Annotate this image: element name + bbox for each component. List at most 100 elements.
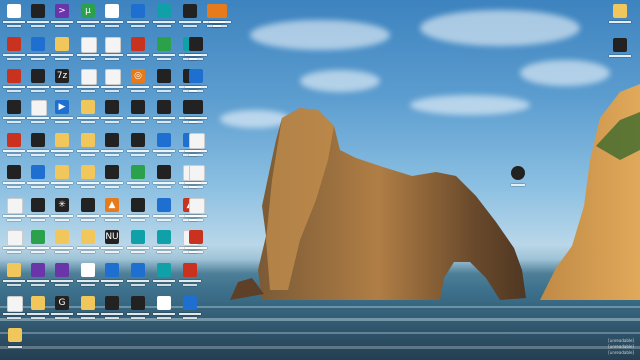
app-8-shortcut[interactable]: [124, 35, 152, 65]
document-11-shortcut[interactable]: [182, 163, 210, 193]
green-app-2-shortcut[interactable]: G: [48, 294, 76, 324]
app-3-shortcut[interactable]: [98, 98, 126, 128]
app-31-shortcut[interactable]: [182, 67, 210, 97]
icon-label: [124, 312, 152, 322]
icon-label: [150, 312, 178, 322]
folder-3-shortcut[interactable]: [48, 35, 76, 65]
notepad-shortcut[interactable]: [98, 35, 126, 65]
document-7-shortcut[interactable]: [98, 67, 126, 97]
app-28-shortcut[interactable]: [176, 261, 204, 291]
nu-icon: NU: [105, 230, 119, 244]
bottom-folder-icon: [8, 328, 22, 342]
right-folder-item[interactable]: [606, 2, 634, 32]
folder-5-shortcut[interactable]: [48, 163, 76, 193]
app-10-icon: [131, 133, 145, 147]
app-15-shortcut[interactable]: [150, 2, 178, 32]
icon-label: [150, 85, 178, 95]
icon-label: [98, 181, 126, 191]
app-5-icon: [105, 165, 119, 179]
app-13-shortcut[interactable]: [124, 228, 152, 258]
app-9-shortcut[interactable]: [124, 98, 152, 128]
document-12-shortcut[interactable]: [182, 196, 210, 226]
app-33-icon: [189, 230, 203, 244]
chrome-shortcut[interactable]: [150, 294, 178, 324]
snake-app-icon: [31, 4, 45, 18]
icon-label: [150, 116, 178, 126]
steam-2-shortcut[interactable]: [124, 261, 152, 291]
dark-folder-shortcut[interactable]: [48, 261, 76, 291]
dark-app-2-icon: [31, 133, 45, 147]
icon-label: [176, 279, 204, 289]
app-11-shortcut[interactable]: [124, 163, 152, 193]
app-32-shortcut[interactable]: [182, 98, 210, 128]
icon-label: [98, 149, 126, 159]
app-22-shortcut[interactable]: [150, 228, 178, 258]
app-18-shortcut[interactable]: [150, 98, 178, 128]
terminal-icon: >: [55, 4, 69, 18]
app-34-shortcut[interactable]: [206, 2, 234, 32]
target-shortcut[interactable]: ◎: [124, 67, 152, 97]
play-shortcut[interactable]: ▶: [48, 98, 76, 128]
app-10-shortcut[interactable]: [124, 131, 152, 161]
document-10-shortcut[interactable]: [182, 131, 210, 161]
app-30-shortcut[interactable]: [182, 35, 210, 65]
this-pc-icon: [613, 38, 627, 52]
black-app-icon: [31, 198, 45, 212]
zip-icon: 7z: [55, 69, 69, 83]
folder-2-icon: [31, 296, 45, 310]
icon-label: [98, 20, 126, 30]
zip-shortcut[interactable]: 7z: [48, 67, 76, 97]
icon-label: [98, 116, 126, 126]
steam-shortcut[interactable]: [98, 261, 126, 291]
folder-6-shortcut[interactable]: [48, 228, 76, 258]
app-33-shortcut[interactable]: [182, 228, 210, 258]
app-21-shortcut[interactable]: [150, 196, 178, 226]
app-12-shortcut[interactable]: [124, 196, 152, 226]
app-19-shortcut[interactable]: [150, 131, 178, 161]
app-14-icon: [131, 296, 145, 310]
app-16-shortcut[interactable]: [150, 35, 178, 65]
app-20-shortcut[interactable]: [150, 163, 178, 193]
document-2-icon: [7, 230, 23, 246]
icon-label: [98, 279, 126, 289]
dark-app-icon: [7, 100, 21, 114]
badge-app-icon: [31, 69, 45, 83]
app-7-icon: [131, 4, 145, 18]
bottom-folder-item[interactable]: [1, 326, 29, 356]
right-folder-icon: [613, 4, 627, 18]
app-8-icon: [131, 37, 145, 51]
desktop-background: >7z▶✳Gµ▲NU◎▲ [unreadable] [unreadable] […: [0, 0, 640, 360]
this-pc-item[interactable]: [606, 36, 634, 66]
chrome-icon: [157, 296, 171, 310]
icon-label: [124, 279, 152, 289]
redblack-app-icon: [7, 133, 21, 147]
folder-6-icon: [55, 230, 69, 244]
terminal-shortcut[interactable]: >: [48, 2, 76, 32]
steam-icon: [105, 263, 119, 277]
folder-9-icon: [81, 165, 95, 179]
icon-label: [150, 214, 178, 224]
green-app-icon: [31, 230, 45, 244]
app-17-shortcut[interactable]: [150, 67, 178, 97]
icon-label: [182, 181, 210, 191]
document-icon: [7, 198, 23, 214]
steam-3-shortcut[interactable]: [150, 261, 178, 291]
vlc-shortcut[interactable]: ▲: [98, 196, 126, 226]
xbox-item[interactable]: [504, 164, 532, 194]
app-13-icon: [131, 230, 145, 244]
document-10-icon: [189, 133, 205, 149]
app-2-shortcut[interactable]: [98, 2, 126, 32]
app-14-shortcut[interactable]: [124, 294, 152, 324]
app-22-icon: [157, 230, 171, 244]
nu-shortcut[interactable]: NU: [98, 228, 126, 258]
app-4-shortcut[interactable]: [98, 131, 126, 161]
app-5-shortcut[interactable]: [98, 163, 126, 193]
app-6-shortcut[interactable]: [98, 294, 126, 324]
folder-4-shortcut[interactable]: [48, 131, 76, 161]
app-29-shortcut[interactable]: [176, 294, 204, 324]
grid-icon: [81, 198, 95, 212]
icon-label: [48, 116, 76, 126]
gear-shortcut[interactable]: ✳: [48, 196, 76, 226]
app-7-shortcut[interactable]: [124, 2, 152, 32]
folder-7-icon: [81, 100, 95, 114]
